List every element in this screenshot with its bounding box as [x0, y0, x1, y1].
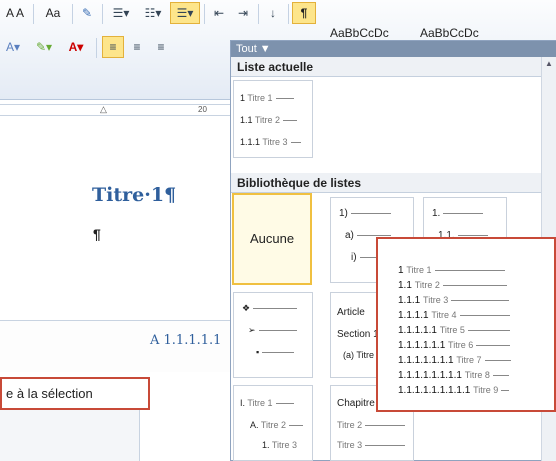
list-line: I. Titre 1 — [240, 398, 294, 408]
gallery-filter[interactable]: Tout ▼ — [231, 41, 556, 57]
highlight-icon[interactable]: ✎▾ — [30, 36, 58, 58]
list-line: 1.1 Titre 2 — [240, 115, 298, 125]
list-line: Article — [337, 307, 365, 318]
section-title: Liste actuelle — [237, 59, 314, 74]
list-line: 1 Titre 1 — [240, 93, 294, 103]
apply-label: e à la sélection — [6, 386, 93, 401]
lower-panel — [0, 410, 140, 461]
sort-icon[interactable]: ↓ — [262, 2, 284, 24]
paragraph-mark: ¶ — [93, 226, 101, 242]
preview-line: 1.1.1 Titre 3 — [398, 295, 510, 306]
current-list-tile[interactable]: 1 Titre 1 1.1 Titre 2 1.1.1 Titre 3 — [233, 80, 313, 158]
separator — [33, 4, 34, 24]
preview-line: 1.1.1.1.1 Titre 5 — [398, 325, 510, 336]
separator — [102, 4, 103, 24]
preview-line: 1 Titre 1 — [398, 265, 505, 276]
preview-line: 1.1.1.1.1.1.1 Titre 7 — [398, 355, 511, 366]
style-preview-2[interactable]: AaBbCcDc — [420, 26, 479, 40]
list-line: ➢ — [248, 325, 297, 336]
preview-line: 1.1.1.1.1.1.1.1.1 Titre 9 — [398, 385, 510, 396]
decrease-indent-icon[interactable]: ⇤ — [208, 2, 230, 24]
separator — [96, 38, 97, 58]
preview-line: 1.1 Titre 2 — [398, 280, 507, 291]
list-line: Section 1 — [337, 329, 379, 340]
preview-line: 1.1.1.1.1.1 Titre 6 — [398, 340, 511, 351]
list-line: Titre 2 — [337, 420, 406, 430]
none-label: Aucune — [249, 231, 295, 246]
gallery-filter-label: Tout — [236, 43, 257, 55]
section-library: Bibliothèque de listes — [231, 173, 541, 193]
preview-line: 1.1.1.1.1.1.1.1 Titre 8 — [398, 370, 509, 381]
heading-text[interactable]: Titre·1¶ — [92, 184, 176, 206]
align-center-icon[interactable]: ≡ — [126, 36, 148, 58]
bullets-icon[interactable]: ☰▾ — [106, 2, 136, 24]
separator — [258, 4, 259, 24]
chevron-down-icon: ▼ — [259, 43, 271, 55]
list-line: 1. — [432, 208, 484, 219]
change-case-button[interactable]: Aa — [38, 2, 68, 24]
font-size-buttons[interactable]: A A — [0, 2, 30, 24]
align-right-icon[interactable]: ≡ — [150, 36, 172, 58]
align-left-icon[interactable]: ≡ — [102, 36, 124, 58]
separator — [72, 4, 73, 24]
list-line: 1) — [339, 208, 391, 219]
separator — [288, 4, 289, 24]
preview-line: 1.1.1.1 Titre 4 — [398, 310, 510, 321]
list-line: Titre 3 — [337, 440, 406, 450]
show-marks-icon[interactable]: ¶ — [292, 2, 316, 24]
clear-format-icon[interactable]: ✎ — [76, 2, 98, 24]
section-title: Bibliothèque de listes — [237, 175, 362, 190]
list-line: 1. Titre 3 — [262, 440, 298, 450]
ruler-mark: 20 — [198, 105, 207, 114]
list-line: Chapitre — [337, 398, 375, 409]
scroll-up-icon[interactable]: ▲ — [545, 59, 553, 68]
list-line: 1.1.1 Titre 3 — [240, 137, 301, 147]
font-color-icon[interactable]: A▾ — [62, 36, 90, 58]
multilevel-list-icon[interactable]: ☰▾ — [170, 2, 200, 24]
list-none-tile[interactable]: Aucune — [232, 193, 312, 285]
text-effects-icon[interactable]: A▾ — [0, 36, 26, 58]
list-line: ▪ — [256, 347, 295, 357]
style-strip: A 1.1.1.1.1 — [0, 320, 230, 372]
apply-to-selection-item[interactable]: e à la sélection — [0, 377, 150, 410]
ruler: △ 20 — [0, 104, 230, 116]
ruler-indent-marker[interactable]: △ — [100, 104, 107, 115]
list-line: A. Titre 2 — [250, 420, 304, 430]
numbering-icon[interactable]: ☷▾ — [138, 2, 168, 24]
list-tile-roman[interactable]: I. Titre 1 A. Titre 2 1. Titre 3 — [233, 385, 313, 461]
list-tile-bullets[interactable]: ❖ ➢ ▪ — [233, 292, 313, 378]
style-sample[interactable]: A 1.1.1.1.1 — [150, 333, 221, 348]
increase-indent-icon[interactable]: ⇥ — [232, 2, 254, 24]
list-line: ❖ — [242, 303, 298, 314]
section-current-list: Liste actuelle — [231, 57, 541, 77]
style-preview-1[interactable]: AaBbCcDc — [330, 26, 389, 40]
separator — [204, 4, 205, 24]
